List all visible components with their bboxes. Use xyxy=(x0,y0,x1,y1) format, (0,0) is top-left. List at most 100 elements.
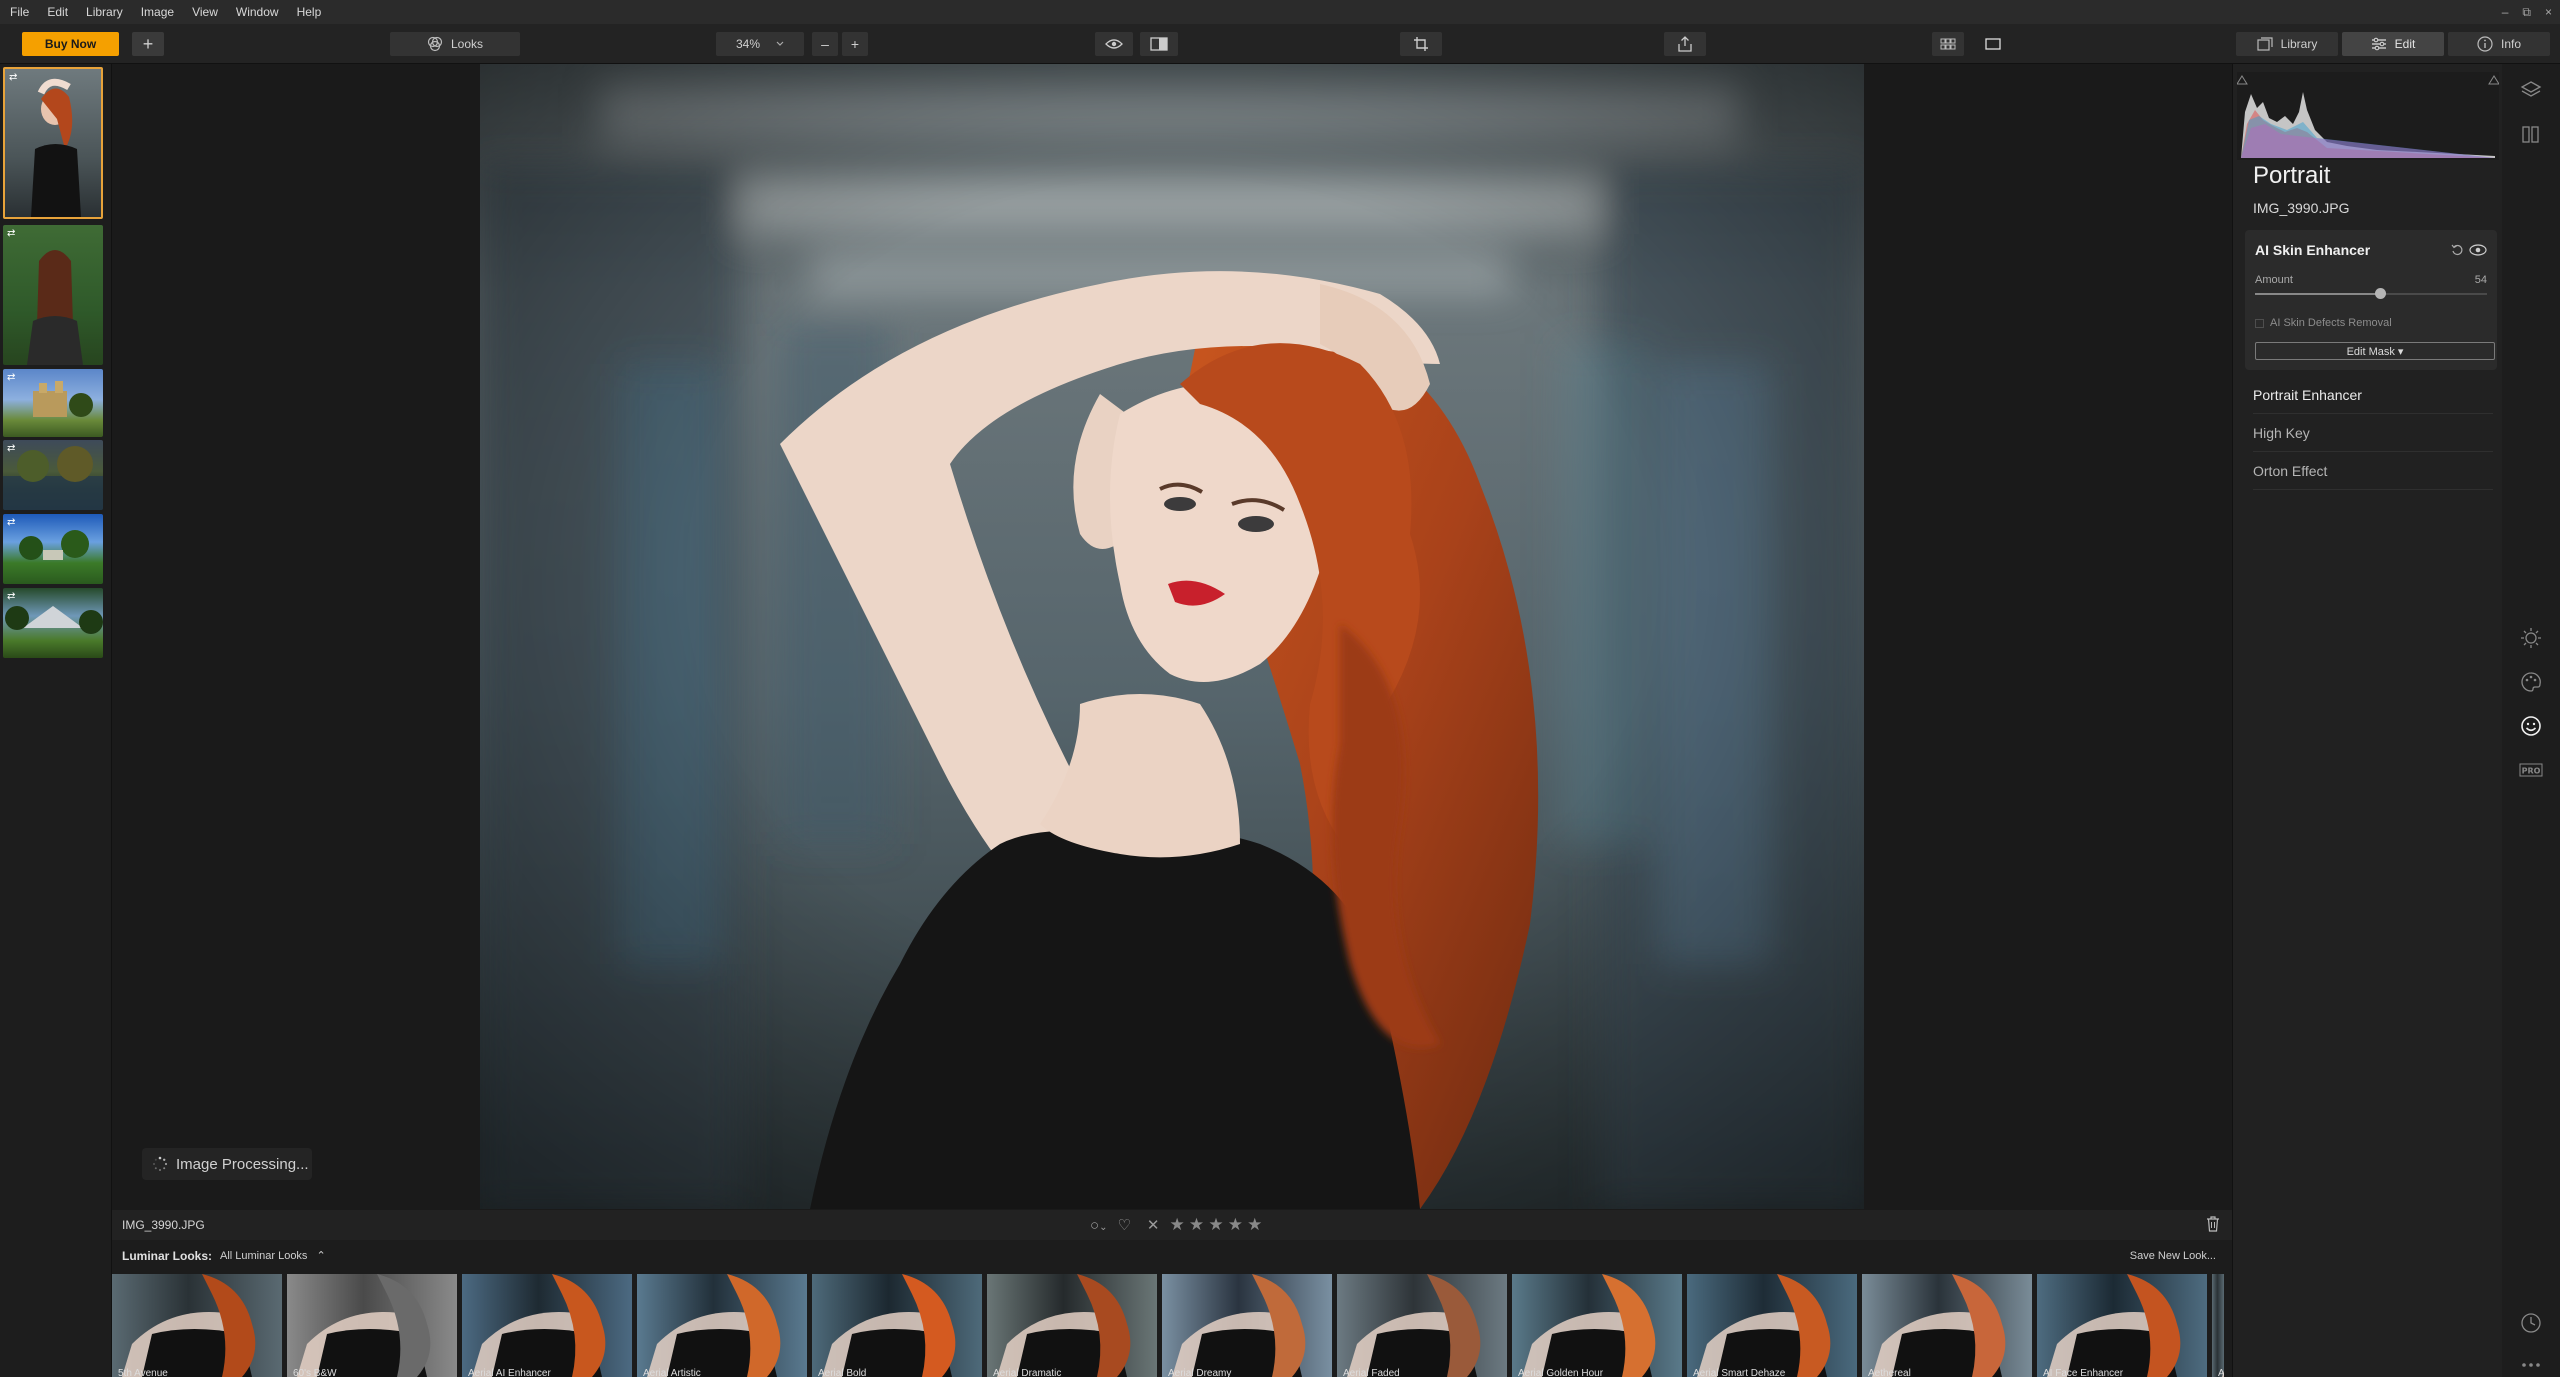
amount-slider[interactable] xyxy=(2255,288,2487,299)
processing-text: Image Processing... xyxy=(176,1155,309,1173)
look-thumbnail[interactable]: Aerial Smart Dehaze xyxy=(1687,1274,1857,1377)
skin-defects-checkbox[interactable]: AI Skin Defects Removal xyxy=(2255,317,2392,329)
filmstrip-thumb-portrait-red-hair[interactable]: ⇄ xyxy=(3,67,103,219)
compare-icon xyxy=(1150,37,1168,51)
menu-help[interactable]: Help xyxy=(288,0,331,24)
compare-button[interactable] xyxy=(1140,32,1178,56)
look-name: Aerial Dramatic xyxy=(993,1368,1062,1377)
tab-edit[interactable]: Edit xyxy=(2342,32,2444,56)
filmstrip-thumb-park[interactable]: ⇄ xyxy=(3,514,103,584)
zoom-in-button[interactable]: + xyxy=(842,32,868,56)
canvas-icon[interactable] xyxy=(2519,122,2543,146)
menu-view[interactable]: View xyxy=(183,0,227,24)
looks-category-dropdown[interactable]: All Luminar Looks ⌃ xyxy=(220,1249,326,1262)
look-preview-image xyxy=(1172,1274,1306,1377)
amount-slider-handle[interactable] xyxy=(2375,288,2387,299)
filter-orton-effect[interactable]: Orton Effect xyxy=(2253,452,2493,490)
crop-button[interactable] xyxy=(1400,32,1442,56)
trash-icon[interactable] xyxy=(2206,1216,2220,1237)
look-thumbnail[interactable]: Aerial Faded xyxy=(1337,1274,1507,1377)
star-icon[interactable]: ★ xyxy=(1247,1215,1262,1234)
look-thumbnail[interactable]: 5th Avenue xyxy=(112,1274,282,1377)
history-clock-icon[interactable] xyxy=(2519,1311,2543,1335)
single-image-icon xyxy=(1985,38,2001,50)
more-options-icon[interactable] xyxy=(2519,1353,2543,1377)
buy-now-button[interactable]: Buy Now xyxy=(22,32,119,56)
menu-image[interactable]: Image xyxy=(132,0,183,24)
checkbox-box[interactable] xyxy=(2255,318,2264,328)
look-name: Aerial Dreamy xyxy=(1168,1368,1232,1377)
look-name: Aethereal xyxy=(1868,1368,1911,1377)
star-icon[interactable]: ★ xyxy=(1228,1215,1243,1234)
zoom-dropdown[interactable]: 34% xyxy=(716,32,804,56)
filmstrip-thumb-lake[interactable]: ⇄ xyxy=(3,440,103,510)
tab-library[interactable]: Library xyxy=(2236,32,2338,56)
preview-button[interactable] xyxy=(1095,32,1133,56)
filmstrip-thumb-portrait-green[interactable]: ⇄ xyxy=(3,225,103,365)
menu-file[interactable]: File xyxy=(0,0,38,24)
star-icon[interactable]: ★ xyxy=(1208,1215,1223,1234)
tab-info[interactable]: Info xyxy=(2448,32,2550,56)
layers-icon[interactable] xyxy=(2519,78,2543,102)
look-name: AI Face Enhancer xyxy=(2043,1368,2124,1377)
main-photo[interactable] xyxy=(480,64,1864,1209)
add-images-button[interactable]: + xyxy=(132,32,164,56)
look-thumbnail[interactable]: Aethereal xyxy=(1862,1274,2032,1377)
edited-badge-icon: ⇄ xyxy=(7,372,16,383)
filter-high-key[interactable]: High Key xyxy=(2253,414,2493,452)
looks-button[interactable]: Looks xyxy=(390,32,520,56)
look-thumbnail[interactable]: 60's B&W xyxy=(287,1274,457,1377)
creative-palette-icon[interactable] xyxy=(2519,670,2543,694)
heart-icon[interactable]: ♡ xyxy=(1117,1216,1130,1234)
edit-mask-button[interactable]: Edit Mask ▾ xyxy=(2255,342,2495,360)
filter-label: Orton Effect xyxy=(2253,462,2328,479)
share-button[interactable] xyxy=(1664,32,1706,56)
filter-portrait-enhancer[interactable]: Portrait Enhancer xyxy=(2253,376,2493,414)
look-preview-image xyxy=(472,1274,606,1377)
look-thumbnail[interactable]: AI Face Enhancer xyxy=(2037,1274,2207,1377)
crop-icon xyxy=(1414,37,1428,51)
look-preview-image xyxy=(1347,1274,1481,1377)
look-thumbnail[interactable]: Aerial AI Enhancer xyxy=(462,1274,632,1377)
single-view-button[interactable] xyxy=(1977,32,2009,56)
essentials-sun-icon[interactable] xyxy=(2519,626,2543,650)
look-name: Aerial Bold xyxy=(818,1368,867,1377)
close-button[interactable]: × xyxy=(2545,5,2552,19)
look-thumbnail[interactable]: AI xyxy=(2212,1274,2224,1377)
looks-label: Looks xyxy=(450,37,484,51)
star-icon[interactable]: ★ xyxy=(1169,1215,1184,1234)
library-icon xyxy=(2257,37,2273,51)
reset-icon[interactable] xyxy=(2451,243,2463,261)
menu-window[interactable]: Window xyxy=(227,0,288,24)
thumb-image xyxy=(33,381,93,417)
portrait-face-icon[interactable] xyxy=(2519,714,2543,738)
minimize-button[interactable]: – xyxy=(2502,5,2509,19)
save-new-look-button[interactable]: Save New Look... xyxy=(2130,1250,2216,1262)
grid-view-button[interactable] xyxy=(1932,32,1964,56)
look-preview-image xyxy=(1697,1274,1831,1377)
flag-button[interactable]: ○⌄ xyxy=(1090,1217,1107,1234)
reject-icon[interactable]: ✕ xyxy=(1147,1216,1160,1234)
zoom-out-button[interactable]: – xyxy=(812,32,838,56)
filmstrip-thumb-castle[interactable]: ⇄ xyxy=(3,369,103,437)
filter-label: Portrait Enhancer xyxy=(2253,386,2362,403)
look-thumbnail[interactable]: Aerial Golden Hour xyxy=(1512,1274,1682,1377)
tool-category-bar: PRO xyxy=(2502,64,2560,1377)
edited-badge-icon: ⇄ xyxy=(9,72,18,83)
star-icon[interactable]: ★ xyxy=(1189,1215,1204,1234)
visibility-eye-icon[interactable] xyxy=(2469,243,2487,261)
look-thumbnail[interactable]: Aerial Artistic xyxy=(637,1274,807,1377)
look-thumbnail[interactable]: Aerial Dramatic xyxy=(987,1274,1157,1377)
menu-library[interactable]: Library xyxy=(77,0,132,24)
restore-button[interactable]: ⧉ xyxy=(2522,5,2531,20)
thumb-image xyxy=(5,606,103,634)
image-canvas[interactable]: Image Processing... xyxy=(112,64,2232,1210)
look-thumbnail[interactable]: Aerial Dreamy xyxy=(1162,1274,1332,1377)
filmstrip-thumb-garden[interactable]: ⇄ xyxy=(3,588,103,658)
pro-tools-icon[interactable]: PRO xyxy=(2519,758,2543,782)
look-preview-image xyxy=(297,1274,431,1377)
svg-text:PRO: PRO xyxy=(2522,767,2541,776)
filter-title[interactable]: AI Skin Enhancer xyxy=(2255,242,2370,258)
menu-edit[interactable]: Edit xyxy=(38,0,77,24)
look-thumbnail[interactable]: Aerial Bold xyxy=(812,1274,982,1377)
